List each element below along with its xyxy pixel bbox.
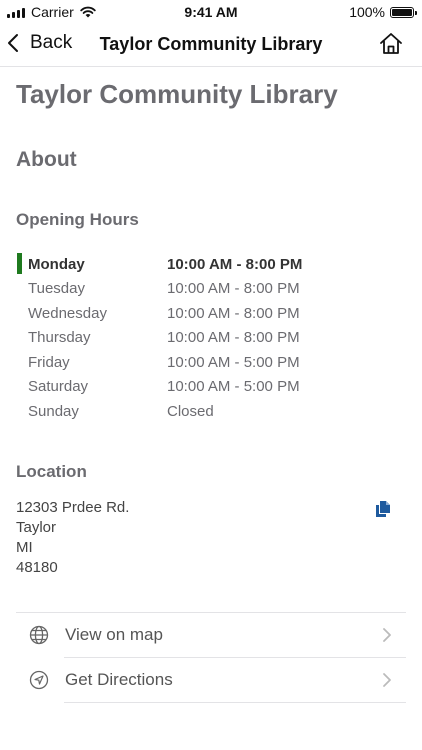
today-marker <box>17 253 22 274</box>
get-directions-label: Get Directions <box>65 669 173 689</box>
get-directions-button[interactable]: Get Directions <box>29 656 406 703</box>
opening-hours-heading: Opening Hours <box>16 210 139 229</box>
about-heading: About <box>16 148 77 171</box>
day-label: Friday <box>28 353 70 371</box>
hours-row-sunday: Sunday Closed <box>16 399 406 424</box>
navigation-bar: Back Taylor Community Library <box>0 24 422 67</box>
copy-icon[interactable] <box>374 500 392 518</box>
day-label: Thursday <box>28 329 91 347</box>
opening-hours-table: Monday 10:00 AM - 8:00 PM Tuesday 10:00 … <box>16 252 406 424</box>
nav-title: Taylor Community Library <box>99 34 323 54</box>
hours-value: 10:00 AM - 8:00 PM <box>167 304 300 322</box>
location-actions: View on map Get Directions <box>16 611 406 703</box>
address-block: 12303 Prdee Rd. Taylor MI 48180 <box>16 498 406 578</box>
address-state: MI <box>16 538 33 556</box>
battery-percent: 100% <box>349 4 385 20</box>
hours-value: Closed <box>167 402 214 420</box>
chevron-right-icon <box>383 627 391 642</box>
hours-row-saturday: Saturday 10:00 AM - 5:00 PM <box>16 375 406 400</box>
hours-row-tuesday: Tuesday 10:00 AM - 8:00 PM <box>16 277 406 302</box>
navigation-arrow-icon <box>29 670 49 689</box>
hours-value: 10:00 AM - 8:00 PM <box>167 280 300 298</box>
home-icon[interactable] <box>378 31 404 57</box>
hours-value: 10:00 AM - 8:00 PM <box>167 329 300 347</box>
page-title: Taylor Community Library <box>16 79 338 109</box>
hours-row-monday: Monday 10:00 AM - 8:00 PM <box>16 252 406 277</box>
hours-value: 10:00 AM - 8:00 PM <box>167 255 303 273</box>
address-street: 12303 Prdee Rd. <box>16 498 130 516</box>
hours-value: 10:00 AM - 5:00 PM <box>167 378 300 396</box>
status-bar: Carrier 9:41 AM 100% <box>0 0 422 24</box>
view-on-map-label: View on map <box>65 624 163 644</box>
address-zip: 48180 <box>16 558 58 576</box>
address-city: Taylor <box>16 518 57 536</box>
day-label: Saturday <box>28 378 89 396</box>
day-label: Wednesday <box>28 304 107 322</box>
day-label: Tuesday <box>28 280 85 298</box>
day-label: Sunday <box>28 402 79 420</box>
hours-row-wednesday: Wednesday 10:00 AM - 8:00 PM <box>16 301 406 326</box>
main-content: Taylor Community Library About Opening H… <box>16 67 406 703</box>
battery-icon <box>390 6 417 18</box>
day-label: Monday <box>28 255 85 273</box>
hours-value: 10:00 AM - 5:00 PM <box>167 353 300 371</box>
globe-icon <box>29 625 49 644</box>
view-on-map-button[interactable]: View on map <box>16 611 406 657</box>
hours-row-friday: Friday 10:00 AM - 5:00 PM <box>16 350 406 375</box>
location-heading: Location <box>16 461 87 481</box>
chevron-right-icon <box>383 672 391 687</box>
hours-row-thursday: Thursday 10:00 AM - 8:00 PM <box>16 326 406 351</box>
status-right: 100% <box>349 4 417 20</box>
